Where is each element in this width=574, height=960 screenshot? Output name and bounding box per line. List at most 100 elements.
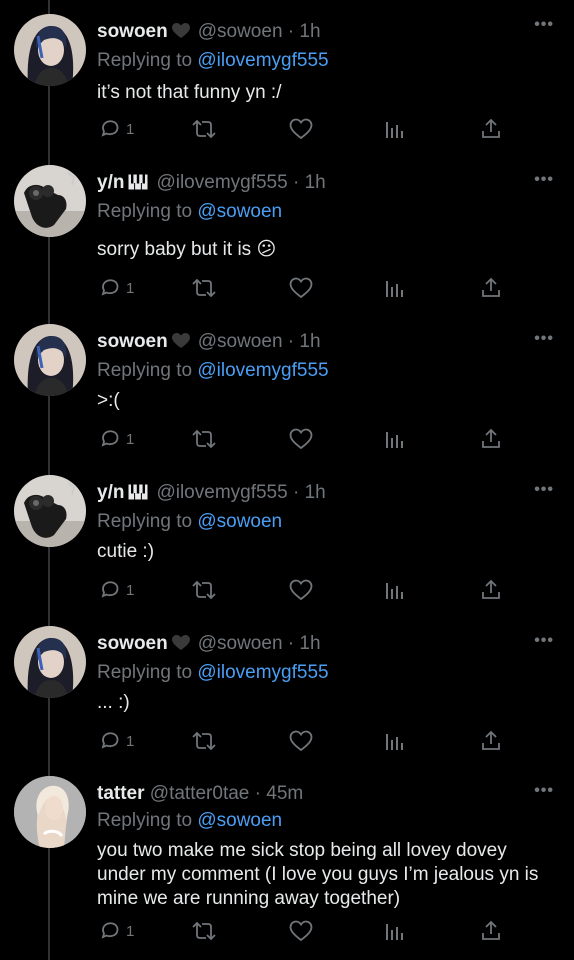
avatar[interactable] [14,475,86,547]
separator-dot: · [287,21,295,42]
like-button[interactable] [289,428,313,450]
replying-to-line: Replying to @sowoen [97,509,560,534]
avatar[interactable] [14,776,86,848]
mention-link[interactable]: @sowoen [197,511,282,532]
retweet-button[interactable] [191,730,217,752]
more-options-icon[interactable]: ••• [534,16,554,34]
display-name[interactable]: tatter [97,783,145,804]
handle[interactable]: @ilovemygf555 [156,482,287,503]
more-options-icon[interactable]: ••• [534,330,554,348]
share-button[interactable] [481,428,501,450]
reply-icon [99,920,121,942]
reply-button[interactable]: 1 [99,428,134,450]
reply-icon [99,730,121,752]
share-button[interactable] [481,730,501,752]
tweet-text: you two make me sick stop being all love… [97,840,539,909]
reply-count: 1 [126,732,135,750]
analytics-button[interactable] [385,579,405,601]
heart-icon [289,428,313,450]
replying-to-line: Replying to @sowoen [97,808,560,833]
display-name[interactable]: sowoen [97,331,168,352]
reply-icon [99,277,121,299]
heart-icon [289,118,313,140]
tweet-actions: 1 [97,277,517,305]
like-button[interactable] [289,579,313,601]
reply-icon [99,579,121,601]
timestamp[interactable]: 1h [305,482,326,503]
analytics-button[interactable] [385,730,405,752]
analytics-button[interactable] [385,428,405,450]
retweet-button[interactable] [191,920,217,942]
replying-to-label: Replying to [97,511,193,532]
share-button[interactable] [481,920,501,942]
avatar[interactable] [14,626,86,698]
retweet-button[interactable] [191,579,217,601]
more-options-icon[interactable]: ••• [534,171,554,189]
more-options-icon[interactable]: ••• [534,782,554,800]
handle[interactable]: @sowoen [198,331,283,352]
avatar[interactable] [14,14,86,86]
separator-dot: · [287,331,295,352]
retweet-icon [191,730,217,752]
like-button[interactable] [289,118,313,140]
like-button[interactable] [289,730,313,752]
retweet-icon [191,277,217,299]
like-button[interactable] [289,277,313,299]
mention-link[interactable]: @ilovemygf555 [197,360,328,381]
mention-link[interactable]: @ilovemygf555 [197,50,328,71]
retweet-button[interactable] [191,118,217,140]
reply-count: 1 [126,922,135,940]
avatar[interactable] [14,165,86,237]
reply-count: 1 [126,581,135,599]
reply-button[interactable]: 1 [99,277,134,299]
analytics-icon [385,118,405,140]
more-options-icon[interactable]: ••• [534,632,554,650]
timestamp[interactable]: 45m [266,783,303,804]
separator-dot: · [287,633,295,654]
display-name[interactable]: y/n [97,172,124,193]
handle[interactable]: @sowoen [198,633,283,654]
heart-icon [289,730,313,752]
handle[interactable]: @ilovemygf555 [156,172,287,193]
heart-icon [289,277,313,299]
mention-link[interactable]: @sowoen [197,810,282,831]
analytics-button[interactable] [385,277,405,299]
display-name[interactable]: sowoen [97,633,168,654]
reply-button[interactable]: 1 [99,118,134,140]
reply-count: 1 [126,279,135,297]
retweet-icon [191,428,217,450]
more-options-icon[interactable]: ••• [534,481,554,499]
retweet-button[interactable] [191,428,217,450]
handle[interactable]: @tatter0tae [150,783,250,804]
retweet-icon [191,118,217,140]
analytics-icon [385,579,405,601]
like-button[interactable] [289,920,313,942]
display-name[interactable]: sowoen [97,21,168,42]
reply-button[interactable]: 1 [99,920,134,942]
timestamp[interactable]: 1h [299,331,320,352]
share-button[interactable] [481,579,501,601]
share-button[interactable] [481,118,501,140]
separator-dot: · [254,783,261,804]
replying-to-label: Replying to [97,50,193,71]
timestamp[interactable]: 1h [305,172,326,193]
analytics-button[interactable] [385,118,405,140]
reply-button[interactable]: 1 [99,730,134,752]
timestamp[interactable]: 1h [299,633,320,654]
avatar[interactable] [14,324,86,396]
display-name[interactable]: y/n [97,482,124,503]
timestamp[interactable]: 1h [299,21,320,42]
reply-button[interactable]: 1 [99,579,134,601]
handle[interactable]: @sowoen [198,21,283,42]
replying-to-line: Replying to @sowoen [97,199,560,224]
replying-to-label: Replying to [97,810,193,831]
share-button[interactable] [481,277,501,299]
analytics-icon [385,730,405,752]
mention-link[interactable]: @ilovemygf555 [197,662,328,683]
analytics-button[interactable] [385,920,405,942]
replying-to-label: Replying to [97,201,193,222]
tweet-text: sorry baby but it is 😕 [97,239,277,260]
tweet-actions: 1 [97,118,517,146]
mention-link[interactable]: @sowoen [197,201,282,222]
retweet-button[interactable] [191,277,217,299]
